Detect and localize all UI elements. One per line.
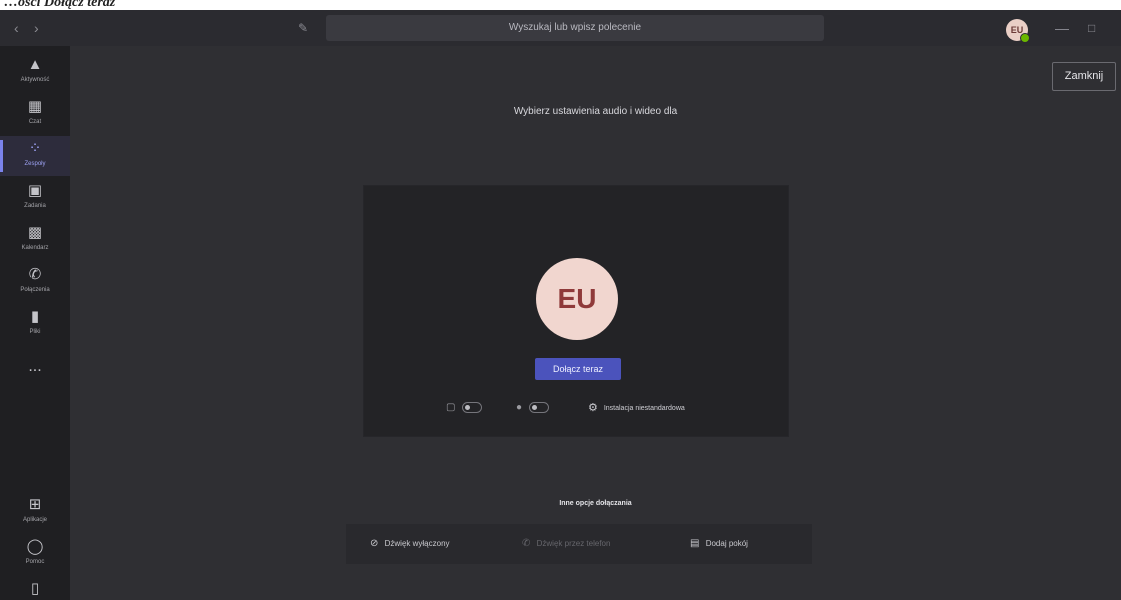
mobile-device-icon: ▯ [30,580,40,597]
presence-status-icon [1020,33,1030,43]
custom-setup-button[interactable]: ⚙ Instalacja niestandardowa [588,400,685,417]
add-room-label: Dodaj pokój [705,539,748,548]
teams-window: ‹ › ✎ Wyszukaj lub wpisz polecenie EU — … [0,10,1121,600]
microphone-control[interactable]: ● [516,400,549,416]
minimize-icon[interactable]: — [1055,10,1069,46]
rail-item-label: Zespoły [24,161,46,167]
rail-item-device[interactable]: ▯ [0,576,70,600]
left-app-bar: ▲ Aktywność ▦ Czat ⁘ Zespoły ▣ Zadania ▩… [0,46,70,600]
avatar-initials: EU [557,283,597,314]
rail-item-label: Zadania [24,203,46,209]
close-button[interactable]: Zamknij [1052,62,1116,91]
rail-item-chat[interactable]: ▦ Czat [0,94,70,134]
speaker-off-icon: ⊘ [370,538,379,549]
back-icon[interactable]: ‹ [14,10,19,46]
microphone-icon: ● [516,402,523,413]
search-input[interactable]: Wyszukaj lub wpisz polecenie [326,15,824,41]
chat-icon: ▦ [27,98,43,115]
rail-item-label: Aktywność [20,77,50,83]
phone-audio-button: ✆ Dźwięk przez telefon [522,524,610,564]
rail-item-label: Kalendarz [21,245,49,251]
more-apps-button[interactable]: ... [0,358,70,376]
rail-item-tasks[interactable]: ▣ Zadania [0,178,70,218]
camera-toggle[interactable] [462,401,483,413]
rail-item-files[interactable]: ▮ Pliki [0,304,70,344]
page-title: Wybierz ustawienia audio i wideo dla [513,106,678,117]
rail-item-label: Aplikacje [22,517,47,523]
camera-control[interactable]: ▢ [446,400,483,416]
rail-item-label: Pliki [29,329,41,335]
avatar: EU [536,258,618,340]
document-caption: …ości Dołącz teraz [0,0,1121,10]
rail-item-teams[interactable]: ⁘ Zespoły [0,136,70,176]
help-icon: ◯ [26,538,44,555]
phone-audio-label: Dźwięk przez telefon [536,539,611,548]
maximize-icon[interactable]: □ [1088,10,1095,46]
title-bar: ‹ › ✎ Wyszukaj lub wpisz polecenie EU — … [0,10,1121,47]
join-now-button[interactable]: Dołącz teraz [535,358,621,380]
video-preview-panel: EU Dołącz teraz ▢ ● ⚙ Instalacja niestan… [364,186,788,436]
phone-icon: ✆ [522,538,531,549]
bell-icon: ▲ [27,56,43,73]
audio-off-button[interactable]: ⊘ Dźwięk wyłączony [370,524,450,564]
other-join-options-title: Inne opcje dołączania [559,500,632,507]
rail-item-calendar[interactable]: ▩ Kalendarz [0,220,70,260]
rail-item-label: Połączenia [20,287,50,293]
gear-icon: ⚙ [588,402,598,414]
custom-setup-label: Instalacja niestandardowa [603,404,685,412]
pre-join-screen: Zamknij Wybierz ustawienia audio i wideo… [70,46,1121,600]
tasks-icon: ▣ [27,182,43,199]
teams-icon: ⁘ [28,140,42,157]
other-join-options: ⊘ Dźwięk wyłączony ✆ Dźwięk przez telefo… [346,524,812,564]
files-icon: ▮ [30,308,40,325]
rail-item-calls[interactable]: ✆ Połączenia [0,262,70,302]
rail-item-help[interactable]: ◯ Pomoc [0,534,70,574]
phone-icon: ✆ [28,266,42,283]
camera-off-icon: ▢ [446,402,456,413]
cast-icon: ▤ [690,538,700,549]
rail-item-apps[interactable]: ⊞ Aplikacje [0,492,70,532]
avatar[interactable]: EU [1006,19,1030,43]
rail-item-activity[interactable]: ▲ Aktywność [0,52,70,92]
rail-item-label: Pomoc [25,559,45,565]
calendar-icon: ▩ [27,224,43,241]
apps-icon: ⊞ [28,496,42,513]
audio-off-label: Dźwięk wyłączony [384,539,450,548]
forward-icon[interactable]: › [34,10,39,46]
add-room-button[interactable]: ▤ Dodaj pokój [690,524,748,564]
rail-item-label: Czat [28,119,42,125]
compose-icon[interactable]: ✎ [298,10,308,46]
microphone-toggle[interactable] [528,401,549,413]
